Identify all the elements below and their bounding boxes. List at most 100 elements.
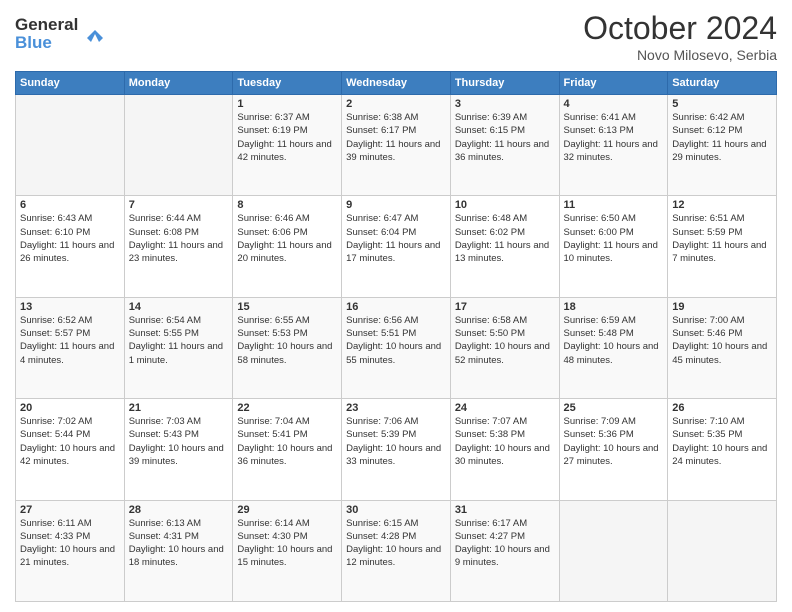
day-info: Sunrise: 6:11 AMSunset: 4:33 PMDaylight:… [20, 517, 120, 570]
day-number: 24 [455, 402, 555, 414]
day-number: 11 [564, 199, 664, 211]
day-info: Sunrise: 7:02 AMSunset: 5:44 PMDaylight:… [20, 415, 120, 468]
day-number: 13 [20, 301, 120, 313]
day-info: Sunrise: 6:39 AMSunset: 6:15 PMDaylight:… [455, 111, 555, 164]
table-cell: 22Sunrise: 7:04 AMSunset: 5:41 PMDayligh… [233, 399, 342, 500]
day-info: Sunrise: 6:46 AMSunset: 6:06 PMDaylight:… [237, 212, 337, 265]
weekday-header-row: Sunday Monday Tuesday Wednesday Thursday… [16, 72, 777, 95]
table-cell: 31Sunrise: 6:17 AMSunset: 4:27 PMDayligh… [450, 500, 559, 601]
table-cell: 16Sunrise: 6:56 AMSunset: 5:51 PMDayligh… [342, 297, 451, 398]
table-cell: 28Sunrise: 6:13 AMSunset: 4:31 PMDayligh… [124, 500, 233, 601]
table-cell: 27Sunrise: 6:11 AMSunset: 4:33 PMDayligh… [16, 500, 125, 601]
day-number: 8 [237, 199, 337, 211]
table-cell: 23Sunrise: 7:06 AMSunset: 5:39 PMDayligh… [342, 399, 451, 500]
table-cell: 12Sunrise: 6:51 AMSunset: 5:59 PMDayligh… [668, 196, 777, 297]
table-cell [124, 95, 233, 196]
day-info: Sunrise: 6:37 AMSunset: 6:19 PMDaylight:… [237, 111, 337, 164]
day-info: Sunrise: 6:15 AMSunset: 4:28 PMDaylight:… [346, 517, 446, 570]
table-cell: 1Sunrise: 6:37 AMSunset: 6:19 PMDaylight… [233, 95, 342, 196]
table-cell: 24Sunrise: 7:07 AMSunset: 5:38 PMDayligh… [450, 399, 559, 500]
day-number: 17 [455, 301, 555, 313]
day-number: 12 [672, 199, 772, 211]
header-monday: Monday [124, 72, 233, 95]
day-info: Sunrise: 6:58 AMSunset: 5:50 PMDaylight:… [455, 314, 555, 367]
table-cell: 19Sunrise: 7:00 AMSunset: 5:46 PMDayligh… [668, 297, 777, 398]
day-number: 5 [672, 98, 772, 110]
header-saturday: Saturday [668, 72, 777, 95]
day-info: Sunrise: 6:14 AMSunset: 4:30 PMDaylight:… [237, 517, 337, 570]
day-number: 21 [129, 402, 229, 414]
table-cell: 29Sunrise: 6:14 AMSunset: 4:30 PMDayligh… [233, 500, 342, 601]
table-cell: 10Sunrise: 6:48 AMSunset: 6:02 PMDayligh… [450, 196, 559, 297]
day-number: 3 [455, 98, 555, 110]
header-friday: Friday [559, 72, 668, 95]
table-cell [559, 500, 668, 601]
day-number: 16 [346, 301, 446, 313]
header: General Blue October 2024 Novo Milosevo,… [15, 10, 777, 63]
day-info: Sunrise: 7:03 AMSunset: 5:43 PMDaylight:… [129, 415, 229, 468]
table-cell: 13Sunrise: 6:52 AMSunset: 5:57 PMDayligh… [16, 297, 125, 398]
day-number: 2 [346, 98, 446, 110]
table-cell: 4Sunrise: 6:41 AMSunset: 6:13 PMDaylight… [559, 95, 668, 196]
week-row-4: 20Sunrise: 7:02 AMSunset: 5:44 PMDayligh… [16, 399, 777, 500]
week-row-5: 27Sunrise: 6:11 AMSunset: 4:33 PMDayligh… [16, 500, 777, 601]
day-info: Sunrise: 6:41 AMSunset: 6:13 PMDaylight:… [564, 111, 664, 164]
day-number: 22 [237, 402, 337, 414]
day-info: Sunrise: 6:38 AMSunset: 6:17 PMDaylight:… [346, 111, 446, 164]
day-info: Sunrise: 6:17 AMSunset: 4:27 PMDaylight:… [455, 517, 555, 570]
day-info: Sunrise: 6:54 AMSunset: 5:55 PMDaylight:… [129, 314, 229, 367]
day-info: Sunrise: 6:42 AMSunset: 6:12 PMDaylight:… [672, 111, 772, 164]
day-info: Sunrise: 6:59 AMSunset: 5:48 PMDaylight:… [564, 314, 664, 367]
table-cell: 25Sunrise: 7:09 AMSunset: 5:36 PMDayligh… [559, 399, 668, 500]
day-info: Sunrise: 6:50 AMSunset: 6:00 PMDaylight:… [564, 212, 664, 265]
header-tuesday: Tuesday [233, 72, 342, 95]
day-number: 28 [129, 504, 229, 516]
week-row-2: 6Sunrise: 6:43 AMSunset: 6:10 PMDaylight… [16, 196, 777, 297]
table-cell: 2Sunrise: 6:38 AMSunset: 6:17 PMDaylight… [342, 95, 451, 196]
table-cell: 21Sunrise: 7:03 AMSunset: 5:43 PMDayligh… [124, 399, 233, 500]
logo-icon: General Blue [15, 10, 105, 55]
day-info: Sunrise: 6:56 AMSunset: 5:51 PMDaylight:… [346, 314, 446, 367]
table-cell: 9Sunrise: 6:47 AMSunset: 6:04 PMDaylight… [342, 196, 451, 297]
table-cell: 20Sunrise: 7:02 AMSunset: 5:44 PMDayligh… [16, 399, 125, 500]
day-info: Sunrise: 7:10 AMSunset: 5:35 PMDaylight:… [672, 415, 772, 468]
day-info: Sunrise: 6:43 AMSunset: 6:10 PMDaylight:… [20, 212, 120, 265]
day-number: 25 [564, 402, 664, 414]
table-cell [16, 95, 125, 196]
day-info: Sunrise: 7:07 AMSunset: 5:38 PMDaylight:… [455, 415, 555, 468]
table-cell: 18Sunrise: 6:59 AMSunset: 5:48 PMDayligh… [559, 297, 668, 398]
day-info: Sunrise: 6:13 AMSunset: 4:31 PMDaylight:… [129, 517, 229, 570]
month-title: October 2024 [583, 10, 777, 47]
table-cell: 3Sunrise: 6:39 AMSunset: 6:15 PMDaylight… [450, 95, 559, 196]
day-info: Sunrise: 6:47 AMSunset: 6:04 PMDaylight:… [346, 212, 446, 265]
svg-text:General: General [15, 15, 78, 34]
table-cell: 7Sunrise: 6:44 AMSunset: 6:08 PMDaylight… [124, 196, 233, 297]
table-cell: 14Sunrise: 6:54 AMSunset: 5:55 PMDayligh… [124, 297, 233, 398]
day-number: 7 [129, 199, 229, 211]
day-number: 30 [346, 504, 446, 516]
day-number: 31 [455, 504, 555, 516]
logo: General Blue [15, 10, 105, 60]
day-info: Sunrise: 7:00 AMSunset: 5:46 PMDaylight:… [672, 314, 772, 367]
day-number: 19 [672, 301, 772, 313]
location: Novo Milosevo, Serbia [583, 47, 777, 63]
header-wednesday: Wednesday [342, 72, 451, 95]
day-number: 20 [20, 402, 120, 414]
table-cell: 30Sunrise: 6:15 AMSunset: 4:28 PMDayligh… [342, 500, 451, 601]
calendar-table: Sunday Monday Tuesday Wednesday Thursday… [15, 71, 777, 602]
title-block: October 2024 Novo Milosevo, Serbia [583, 10, 777, 63]
day-number: 14 [129, 301, 229, 313]
day-info: Sunrise: 6:55 AMSunset: 5:53 PMDaylight:… [237, 314, 337, 367]
header-sunday: Sunday [16, 72, 125, 95]
day-info: Sunrise: 6:51 AMSunset: 5:59 PMDaylight:… [672, 212, 772, 265]
day-number: 4 [564, 98, 664, 110]
table-cell: 6Sunrise: 6:43 AMSunset: 6:10 PMDaylight… [16, 196, 125, 297]
week-row-3: 13Sunrise: 6:52 AMSunset: 5:57 PMDayligh… [16, 297, 777, 398]
table-cell: 8Sunrise: 6:46 AMSunset: 6:06 PMDaylight… [233, 196, 342, 297]
page: General Blue October 2024 Novo Milosevo,… [0, 0, 792, 612]
table-cell [668, 500, 777, 601]
week-row-1: 1Sunrise: 6:37 AMSunset: 6:19 PMDaylight… [16, 95, 777, 196]
table-cell: 17Sunrise: 6:58 AMSunset: 5:50 PMDayligh… [450, 297, 559, 398]
day-info: Sunrise: 7:09 AMSunset: 5:36 PMDaylight:… [564, 415, 664, 468]
day-number: 23 [346, 402, 446, 414]
